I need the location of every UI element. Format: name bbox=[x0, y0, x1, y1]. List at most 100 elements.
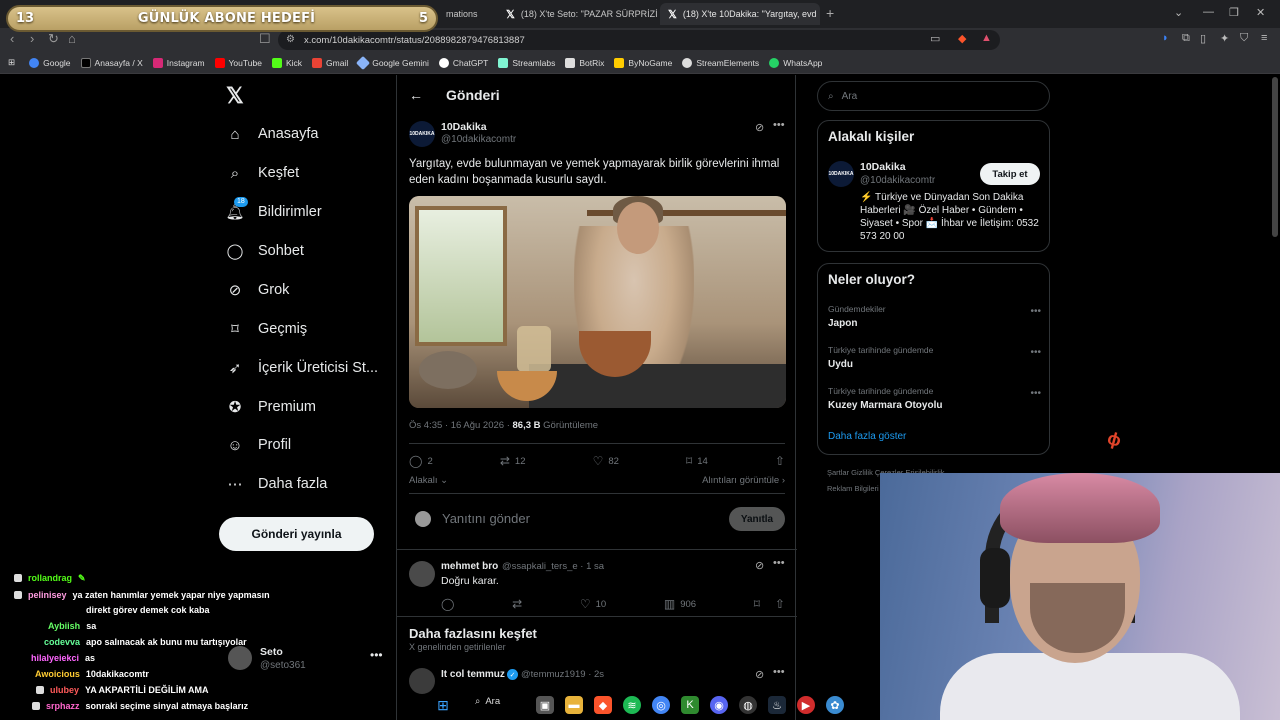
back-arrow-icon[interactable]: ← bbox=[409, 87, 423, 103]
bookmark-kick[interactable]: Kick bbox=[271, 57, 302, 68]
account-switcher[interactable]: Seto @seto361 ••• bbox=[228, 643, 388, 677]
sidebar-item-explore[interactable]: ⌕ Keşfet bbox=[226, 164, 299, 182]
bookmark-streamelements[interactable]: StreamElements bbox=[682, 57, 759, 68]
comment-author-name[interactable]: mehmet bro bbox=[441, 561, 498, 572]
browser-tab[interactable]: 𝕏 (18) X'te Seto: "PAZAR SÜRPRİZİ htt × bbox=[498, 3, 658, 25]
discover-author-handle[interactable]: @temmuz1919 · 2s bbox=[521, 669, 604, 680]
media-player-icon[interactable]: ▶ bbox=[797, 696, 815, 714]
bookmark-gmail[interactable]: Gmail bbox=[312, 57, 348, 68]
minimize-icon[interactable]: — bbox=[1203, 6, 1214, 18]
x-logo-icon[interactable]: 𝕏 bbox=[226, 83, 244, 109]
comment-author-handle[interactable]: @ssapkali_ters_e · 1 sa bbox=[502, 561, 604, 572]
sidebar-icon[interactable]: ▯ bbox=[1200, 32, 1206, 45]
brave-shield-icon[interactable]: ◆ bbox=[958, 32, 966, 45]
discover-author-name[interactable]: It col temmuz bbox=[441, 669, 505, 680]
menu-icon[interactable]: ≡ bbox=[1261, 32, 1267, 44]
sidebar-item-more[interactable]: ⋯ Daha fazla bbox=[226, 475, 328, 493]
more-icon[interactable]: ••• bbox=[773, 119, 785, 131]
task-view-icon[interactable]: ▣ bbox=[536, 696, 554, 714]
bookmark-instagram[interactable]: Instagram bbox=[152, 57, 205, 68]
bookmark-youtube[interactable]: YouTube bbox=[214, 57, 262, 68]
rewards-icon[interactable]: ▲ bbox=[981, 32, 992, 44]
person-name[interactable]: 10Dakika bbox=[860, 161, 906, 173]
bookmark-streamlabs[interactable]: Streamlabs bbox=[498, 57, 555, 68]
home-icon[interactable]: ⌂ bbox=[68, 31, 76, 46]
bookmark-chatgpt[interactable]: ChatGPT bbox=[438, 57, 488, 68]
trend-item[interactable]: Türkiye tarihinde gündemde Uydu ••• bbox=[828, 345, 1041, 370]
view-quotes-link[interactable]: Alıntıları görüntüle › bbox=[702, 475, 785, 486]
address-bar[interactable]: ⚙ x.com/10dakikacomtr/status/20889828794… bbox=[278, 30, 1000, 50]
avatar[interactable] bbox=[409, 561, 435, 587]
kick-app-icon[interactable]: K bbox=[681, 696, 699, 714]
reply-submit-button[interactable]: Yanıtla bbox=[729, 507, 785, 531]
share-button[interactable]: ⇧ bbox=[775, 454, 785, 468]
vpn-icon[interactable]: ⛉ bbox=[1240, 32, 1248, 45]
app-icon[interactable]: ✿ bbox=[826, 696, 844, 714]
grok-icon[interactable]: ⊘ bbox=[755, 668, 764, 681]
browser-tab[interactable]: mations bbox=[438, 3, 498, 25]
discord-icon[interactable]: ◉ bbox=[710, 696, 728, 714]
reply-input[interactable]: Yanıtını gönder bbox=[442, 511, 530, 526]
spotify-icon[interactable]: ≋ bbox=[623, 696, 641, 714]
browser-tab-active[interactable]: 𝕏 (18) X'te 10Dakika: "Yargıtay, evd × bbox=[660, 3, 820, 25]
bookmark-button[interactable]: ⌑ 14 bbox=[686, 454, 708, 468]
reply-button[interactable]: ◯ bbox=[441, 597, 454, 611]
more-icon[interactable]: ••• bbox=[773, 666, 785, 678]
reply-button[interactable]: ◯ 2 bbox=[409, 454, 433, 468]
show-more-link[interactable]: Daha fazla göster bbox=[828, 431, 906, 442]
bookmark-whatsapp[interactable]: WhatsApp bbox=[769, 57, 822, 68]
site-settings-icon[interactable]: ⚙ bbox=[286, 34, 295, 45]
post-time[interactable]: Ös 4:35 · 16 Ağu 2026 · bbox=[409, 420, 513, 431]
follow-button[interactable]: Takip et bbox=[980, 163, 1040, 185]
views-button[interactable]: ▥ 906 bbox=[664, 597, 696, 611]
taskbar-search[interactable]: ⌕ Ara bbox=[475, 696, 500, 707]
bookmark-gemini[interactable]: Google Gemini bbox=[356, 55, 429, 70]
person-handle[interactable]: @10dakikacomtr bbox=[860, 175, 935, 186]
obs-icon[interactable]: ◍ bbox=[739, 696, 757, 714]
avatar[interactable]: 10DAKIKA bbox=[828, 161, 854, 187]
author-handle[interactable]: @10dakikacomtr bbox=[441, 134, 516, 145]
sidebar-item-notifications[interactable]: 🔔︎ 18 Bildirimler bbox=[225, 197, 322, 221]
sidebar-item-profile[interactable]: ☺ Profil bbox=[226, 436, 291, 454]
more-icon[interactable]: ••• bbox=[773, 557, 785, 569]
sidebar-item-grok[interactable]: ⊘ Grok bbox=[226, 281, 290, 299]
share-icon[interactable]: ⇧ bbox=[775, 597, 785, 611]
apps-grid-icon[interactable]: ⊞ bbox=[8, 57, 15, 68]
steam-icon[interactable]: ♨ bbox=[768, 696, 786, 714]
more-icon[interactable]: ••• bbox=[1030, 388, 1041, 399]
chrome-icon[interactable]: ◎ bbox=[652, 696, 670, 714]
more-icon[interactable]: ••• bbox=[1030, 347, 1041, 358]
bookmark-bynogame[interactable]: ByNoGame bbox=[614, 57, 672, 68]
author-avatar[interactable]: 10DAKIKA bbox=[409, 121, 435, 147]
more-icon[interactable]: ••• bbox=[1030, 306, 1041, 317]
repost-button[interactable]: ⇄ 12 bbox=[500, 454, 526, 468]
sidebar-item-creator-studio[interactable]: ➶ İçerik Üreticisi St... bbox=[226, 359, 378, 377]
bookmark-google[interactable]: Google bbox=[29, 57, 71, 68]
search-input[interactable]: ⌕ Ara bbox=[817, 81, 1050, 111]
windows-start-icon[interactable]: ⊞ bbox=[434, 696, 452, 714]
bookmark-icon[interactable]: ⌑ bbox=[754, 597, 760, 611]
audio-icon[interactable]: ◗ bbox=[1162, 32, 1169, 44]
grok-icon[interactable]: ⊘ bbox=[755, 559, 764, 572]
chevron-down-icon[interactable]: ⌄ bbox=[1174, 6, 1183, 19]
file-explorer-icon[interactable]: ▬ bbox=[565, 696, 583, 714]
forward-icon[interactable]: › bbox=[30, 31, 34, 46]
back-icon[interactable]: ‹ bbox=[10, 31, 14, 46]
sidebar-item-bookmarks[interactable]: ⌑ Geçmiş bbox=[226, 320, 307, 338]
new-tab-icon[interactable]: + bbox=[826, 5, 834, 21]
avatar[interactable] bbox=[409, 668, 435, 694]
sidebar-item-home[interactable]: ⌂ Anasayfa bbox=[226, 125, 318, 143]
brave-browser-icon[interactable]: ◆ bbox=[594, 696, 612, 714]
like-button[interactable]: ♡ 10 bbox=[580, 597, 606, 611]
footer-ads-link[interactable]: Reklam Bilgileri bbox=[827, 484, 879, 493]
cast-icon[interactable]: ▭ bbox=[930, 32, 940, 45]
author-name[interactable]: 10Dakika bbox=[441, 121, 487, 133]
trend-item[interactable]: Türkiye tarihinde gündemde Kuzey Marmara… bbox=[828, 386, 1041, 411]
post-button[interactable]: Gönderi yayınla bbox=[219, 517, 374, 551]
reload-icon[interactable]: ↻ bbox=[48, 31, 59, 47]
bookmark-botrix[interactable]: BotRix bbox=[565, 57, 604, 68]
sidebar-item-chat[interactable]: ◯ Sohbet bbox=[226, 242, 304, 260]
ai-icon[interactable]: ✦ bbox=[1220, 32, 1229, 45]
extensions-icon[interactable]: ⧉ bbox=[1182, 32, 1190, 45]
bookmark-x-home[interactable]: Anasayfa / X bbox=[80, 57, 143, 68]
